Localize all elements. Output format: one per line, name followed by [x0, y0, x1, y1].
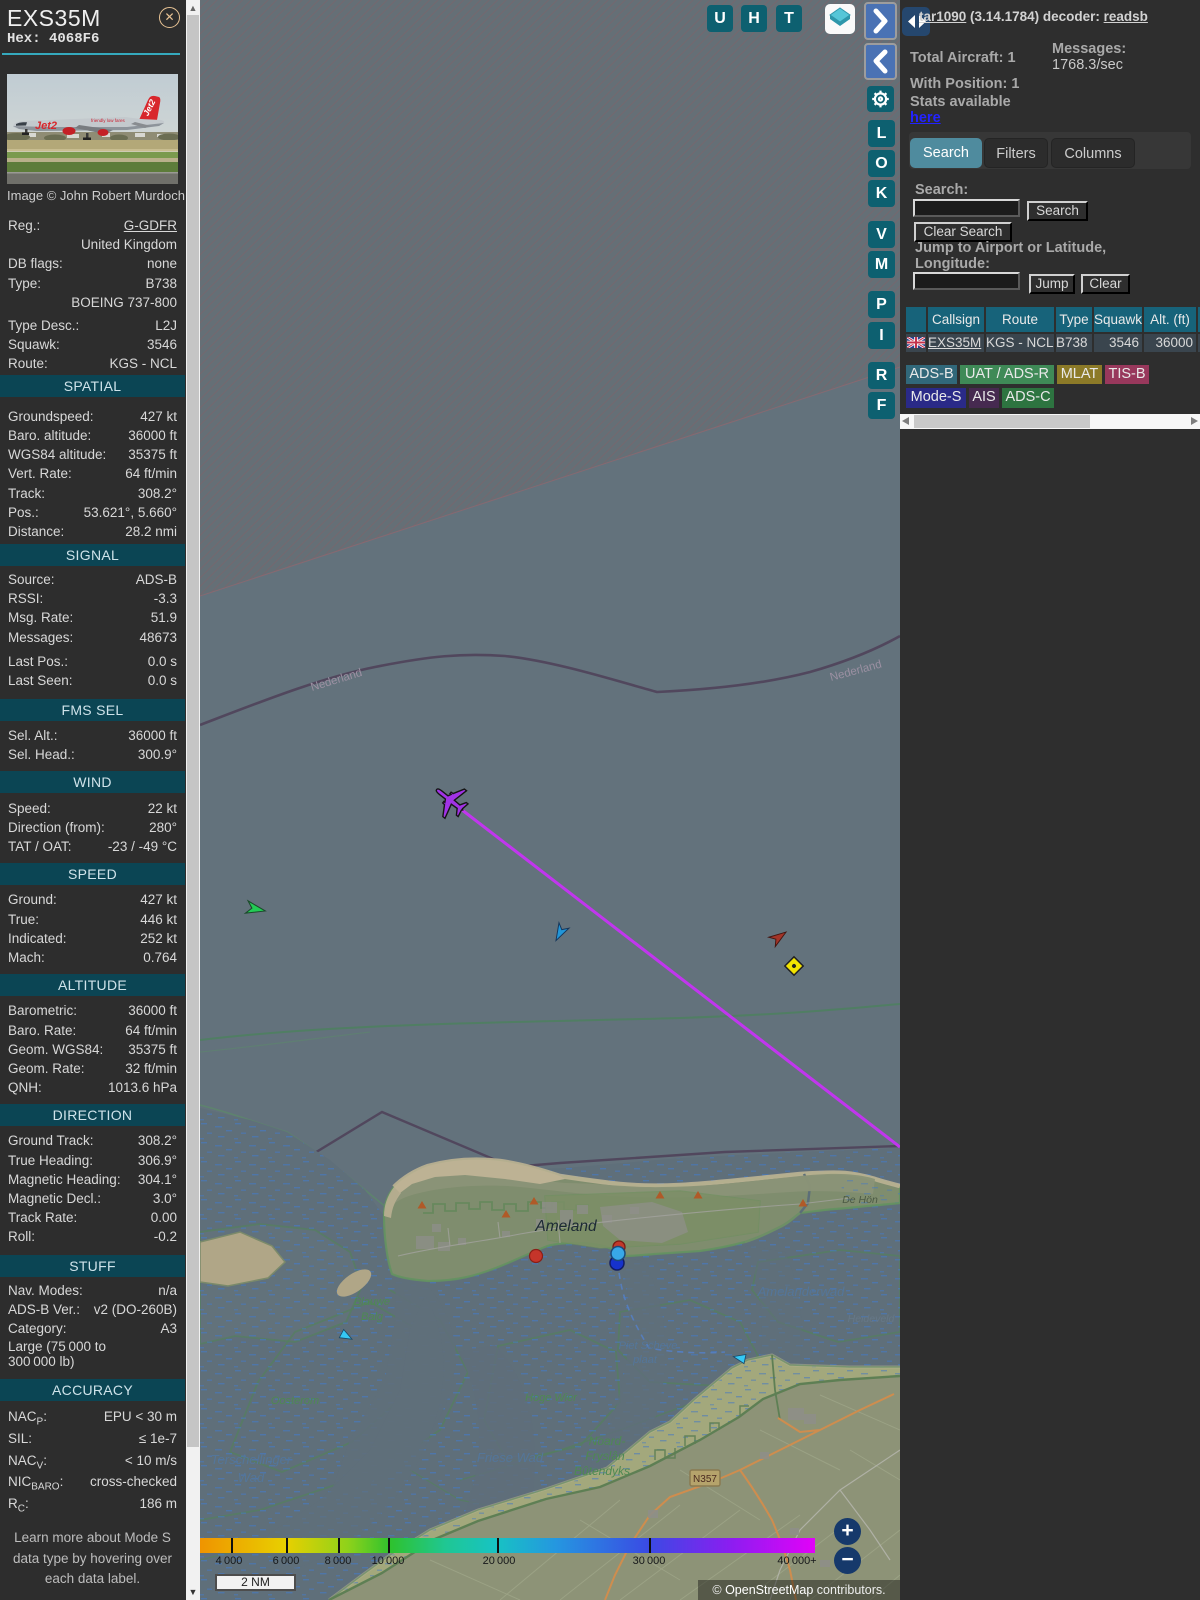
svg-text:Wad: Wad — [238, 1470, 265, 1485]
svg-text:Fryslân: Fryslân — [585, 1449, 625, 1463]
svg-text:plaat: plaat — [632, 1354, 658, 1366]
svg-text:Noard-: Noard- — [589, 1434, 626, 1448]
svg-text:Balg: Balg — [361, 1311, 384, 1323]
svg-text:Piet Scheve: Piet Scheve — [619, 1340, 678, 1352]
svg-text:Hoge Wier: Hoge Wier — [525, 1392, 578, 1404]
svg-text:Terschellinger: Terschellinger — [211, 1452, 292, 1467]
svg-text:De Hön: De Hön — [842, 1194, 878, 1206]
svg-text:friendly low fares: friendly low fares — [91, 118, 126, 123]
svg-text:Amelanderwad: Amelanderwad — [757, 1284, 845, 1299]
svg-text:Bûtendyks: Bûtendyks — [574, 1464, 630, 1478]
svg-text:Heideveld: Heideveld — [848, 1313, 896, 1325]
svg-text:Jet2: Jet2 — [35, 120, 57, 132]
svg-text:Oosterom: Oosterom — [271, 1395, 319, 1407]
svg-text:Blauwe: Blauwe — [354, 1296, 390, 1308]
svg-text:Friese Wad: Friese Wad — [477, 1450, 544, 1465]
svg-text:N357: N357 — [693, 1474, 717, 1485]
svg-text:Ameland: Ameland — [534, 1218, 598, 1235]
